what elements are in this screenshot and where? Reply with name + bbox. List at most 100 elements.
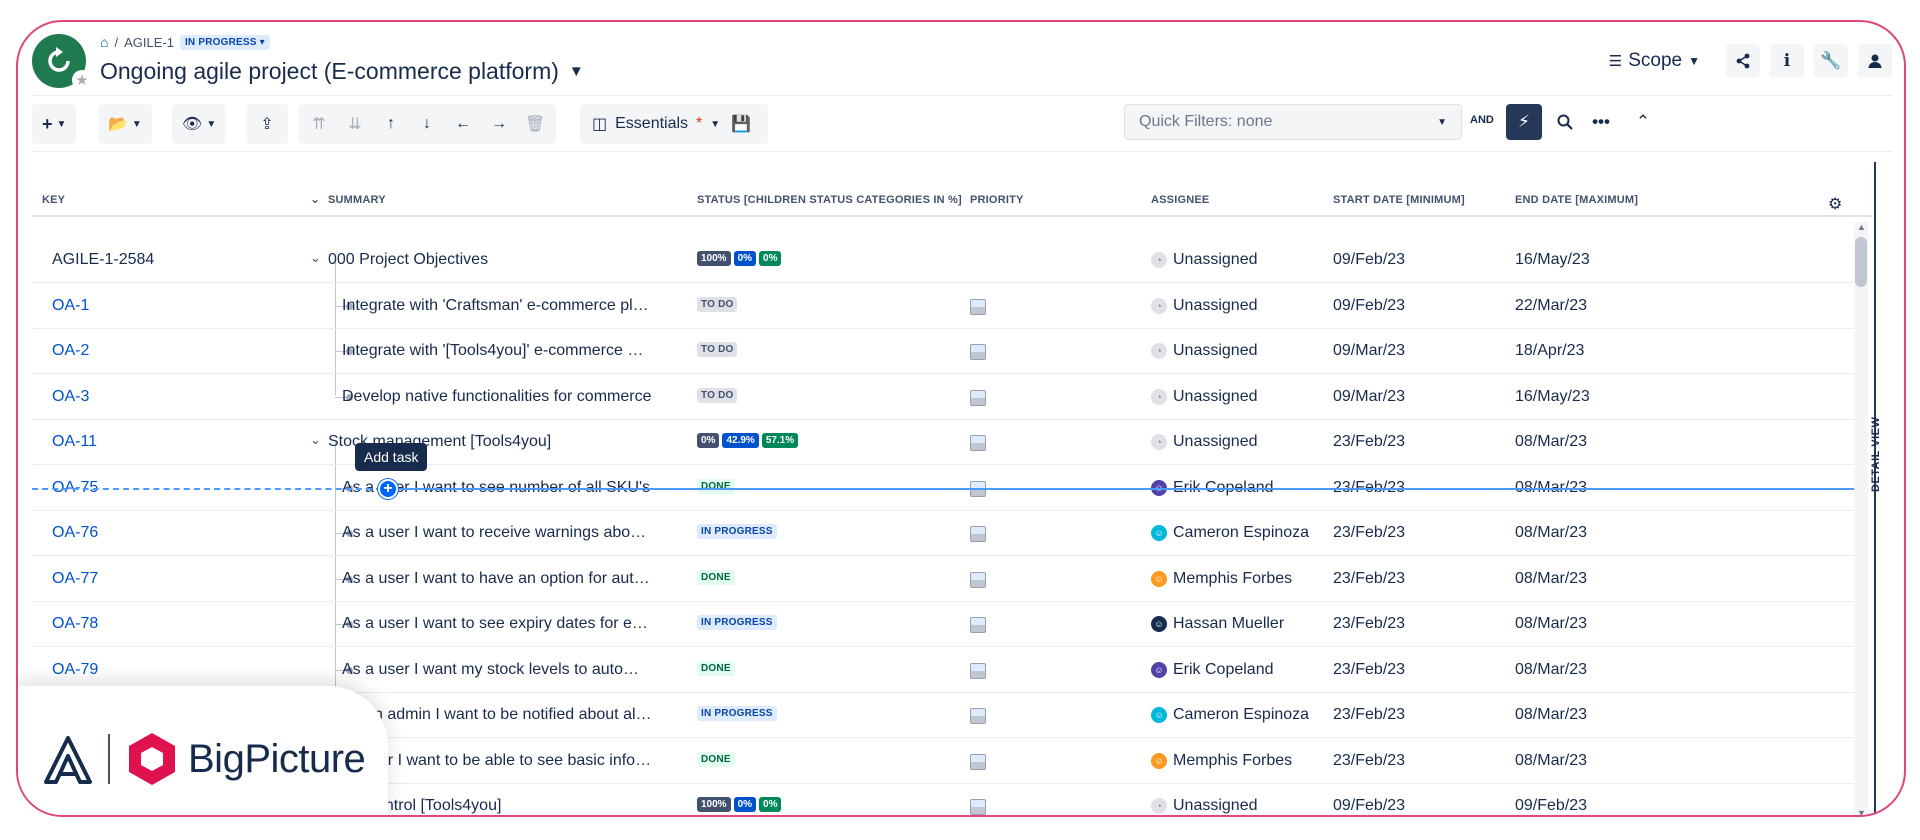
issue-status[interactable]: DONE bbox=[697, 478, 735, 494]
issue-key[interactable]: OA-3 bbox=[52, 388, 89, 406]
end-date[interactable]: 08/Mar/23 bbox=[1515, 433, 1587, 451]
collapse-icon[interactable]: ⌃ bbox=[1626, 104, 1660, 140]
issue-assignee[interactable]: ☺ Erik Copeland bbox=[1151, 661, 1274, 679]
move-top-button[interactable]: ⇈ bbox=[304, 108, 334, 140]
wrench-icon[interactable]: 🔧 bbox=[1814, 44, 1848, 78]
issue-key[interactable]: OA-77 bbox=[52, 570, 98, 588]
move-up-button[interactable]: ↑ bbox=[376, 108, 406, 140]
issue-summary[interactable]: As a user I want to receive warnings abo… bbox=[342, 524, 652, 542]
issue-key[interactable]: OA-78 bbox=[52, 615, 98, 633]
scrollbar-thumb[interactable] bbox=[1855, 237, 1867, 287]
column-summary[interactable]: SUMMARY bbox=[328, 194, 386, 206]
outdent-button[interactable]: ← bbox=[448, 108, 478, 140]
save-view-button[interactable]: 💾 bbox=[726, 108, 756, 140]
issue-summary[interactable]: 000 Project Objectives bbox=[328, 251, 688, 269]
home-icon[interactable]: ⌂ bbox=[100, 34, 108, 50]
issue-key[interactable]: OA-2 bbox=[52, 342, 89, 360]
table-row[interactable]: OA-3 Develop native functionalities for c… bbox=[32, 375, 1854, 420]
breadcrumb-project-key[interactable]: AGILE-1 bbox=[124, 35, 174, 50]
issue-assignee[interactable]: ◔ Unassigned bbox=[1151, 797, 1258, 815]
and-toggle[interactable]: AND bbox=[1470, 114, 1494, 126]
scroll-down-arrow-icon[interactable]: ▼ bbox=[1857, 808, 1866, 815]
share-icon[interactable] bbox=[1726, 44, 1760, 78]
priority-icon[interactable] bbox=[970, 708, 986, 724]
start-date[interactable]: 23/Feb/23 bbox=[1333, 661, 1405, 679]
table-row[interactable]: OA-78 As a user I want to see expiry date… bbox=[32, 602, 1854, 647]
table-row[interactable]: OA-2 Integrate with '[Tools4you]' e-comme… bbox=[32, 329, 1854, 374]
issue-assignee[interactable]: ☺ Memphis Forbes bbox=[1151, 570, 1292, 588]
end-date[interactable]: 08/Mar/23 bbox=[1515, 661, 1587, 679]
delete-button[interactable]: 🗑 bbox=[520, 108, 550, 140]
issue-status[interactable]: IN PROGRESS bbox=[697, 706, 777, 721]
column-start-date[interactable]: START DATE [MINIMUM] bbox=[1333, 194, 1465, 206]
end-date[interactable]: 22/Mar/23 bbox=[1515, 297, 1587, 315]
start-date[interactable]: 09/Mar/23 bbox=[1333, 342, 1405, 360]
detail-view-toggle[interactable]: DETAIL VIEW bbox=[1870, 417, 1882, 492]
table-row[interactable]: OA-76 As a user I want to receive warning… bbox=[32, 511, 1854, 556]
priority-icon[interactable] bbox=[970, 526, 986, 542]
more-icon[interactable]: ••• bbox=[1584, 104, 1618, 140]
table-row[interactable]: OA-11 ⌄ Stock management [Tools4you] 0% 42.9… bbox=[32, 420, 1854, 465]
issue-status[interactable]: IN PROGRESS bbox=[697, 524, 777, 539]
issue-status[interactable]: TO DO bbox=[697, 342, 738, 357]
lightning-icon[interactable]: ⚡ bbox=[1506, 104, 1542, 140]
folder-button[interactable]: 📂 ▼ bbox=[104, 108, 146, 140]
end-date[interactable]: 18/Apr/23 bbox=[1515, 342, 1584, 360]
page-title[interactable]: Ongoing agile project (E-commerce platfo… bbox=[100, 58, 584, 85]
scroll-up-arrow-icon[interactable]: ▲ bbox=[1857, 222, 1866, 232]
issue-assignee[interactable]: ◔ Unassigned bbox=[1151, 342, 1258, 360]
start-date[interactable]: 09/Feb/23 bbox=[1333, 797, 1405, 815]
export-button[interactable]: ⇪ bbox=[252, 108, 282, 140]
expand-all-chevron-icon[interactable]: ⌄ bbox=[310, 192, 320, 206]
column-key[interactable]: KEY bbox=[42, 194, 65, 206]
chevron-down-icon[interactable]: ▼ bbox=[569, 63, 584, 80]
issue-status[interactable]: DONE bbox=[697, 569, 735, 585]
end-date[interactable]: 08/Mar/23 bbox=[1515, 752, 1587, 770]
vertical-scrollbar[interactable] bbox=[1854, 222, 1868, 815]
issue-summary[interactable]: As a user I want to have an option for a… bbox=[342, 570, 652, 588]
indent-button[interactable]: → bbox=[484, 108, 514, 140]
start-date[interactable]: 23/Feb/23 bbox=[1333, 615, 1405, 633]
add-button[interactable]: + ▼ bbox=[38, 108, 70, 140]
issue-key[interactable]: OA-79 bbox=[52, 661, 98, 679]
issue-summary[interactable]: Develop native functionalities for comme… bbox=[342, 388, 652, 406]
add-task-plus-icon[interactable]: + bbox=[378, 479, 398, 499]
issue-status[interactable]: DONE bbox=[697, 660, 735, 676]
issue-status[interactable]: IN PROGRESS bbox=[697, 615, 777, 630]
priority-icon[interactable] bbox=[970, 344, 986, 360]
search-icon[interactable] bbox=[1548, 104, 1582, 140]
issue-assignee[interactable]: ◔ Unassigned bbox=[1151, 297, 1258, 315]
gear-icon[interactable]: ⚙ bbox=[1828, 194, 1843, 214]
favorite-star-icon[interactable]: ★ bbox=[72, 70, 92, 90]
column-status[interactable]: STATUS [CHILDREN STATUS CATEGORIES IN %] bbox=[697, 194, 962, 206]
end-date[interactable]: 08/Mar/23 bbox=[1515, 524, 1587, 542]
priority-icon[interactable] bbox=[970, 435, 986, 451]
issue-summary[interactable]: control [Tools4you] bbox=[368, 797, 728, 815]
end-date[interactable]: 08/Mar/23 bbox=[1515, 570, 1587, 588]
priority-icon[interactable] bbox=[970, 617, 986, 633]
user-icon[interactable] bbox=[1858, 44, 1892, 78]
priority-icon[interactable] bbox=[970, 571, 986, 588]
issue-assignee[interactable]: ☺ Cameron Espinoza bbox=[1151, 706, 1309, 724]
issue-assignee[interactable]: ☺ Memphis Forbes bbox=[1151, 752, 1292, 770]
table-row[interactable]: AGILE-1-2584 ⌄ 000 Project Objectives 100% 0… bbox=[32, 238, 1854, 283]
chevron-down-icon[interactable]: ⌄ bbox=[310, 250, 321, 266]
end-date[interactable]: 16/May/23 bbox=[1515, 251, 1590, 269]
column-priority[interactable]: PRIORITY bbox=[970, 194, 1024, 206]
issue-assignee[interactable]: ◔ Unassigned bbox=[1151, 251, 1258, 269]
issue-key[interactable]: AGILE-1-2584 bbox=[52, 251, 154, 269]
issue-assignee[interactable]: ◔ Unassigned bbox=[1151, 388, 1258, 406]
issue-status[interactable]: TO DO bbox=[697, 296, 738, 312]
issue-status[interactable]: TO DO bbox=[697, 387, 738, 403]
start-date[interactable]: 23/Feb/23 bbox=[1333, 433, 1405, 451]
issue-summary[interactable]: user I want to be able to see basic info… bbox=[362, 752, 654, 770]
table-row[interactable]: OA-77 As a user I want to have an option … bbox=[32, 557, 1854, 602]
issue-status[interactable]: 100% 0% 0% bbox=[697, 251, 782, 266]
start-date[interactable]: 23/Feb/23 bbox=[1333, 524, 1405, 542]
issue-key[interactable]: OA-1 bbox=[52, 297, 89, 315]
table-row[interactable]: OA-1 Integrate with 'Craftsman' e-commerc… bbox=[32, 284, 1854, 329]
issue-summary[interactable]: As a user I want my stock levels to auto… bbox=[342, 661, 652, 679]
project-status-badge[interactable]: IN PROGRESS ▾ bbox=[179, 34, 270, 50]
start-date[interactable]: 09/Feb/23 bbox=[1333, 297, 1405, 315]
priority-icon[interactable] bbox=[970, 298, 986, 315]
